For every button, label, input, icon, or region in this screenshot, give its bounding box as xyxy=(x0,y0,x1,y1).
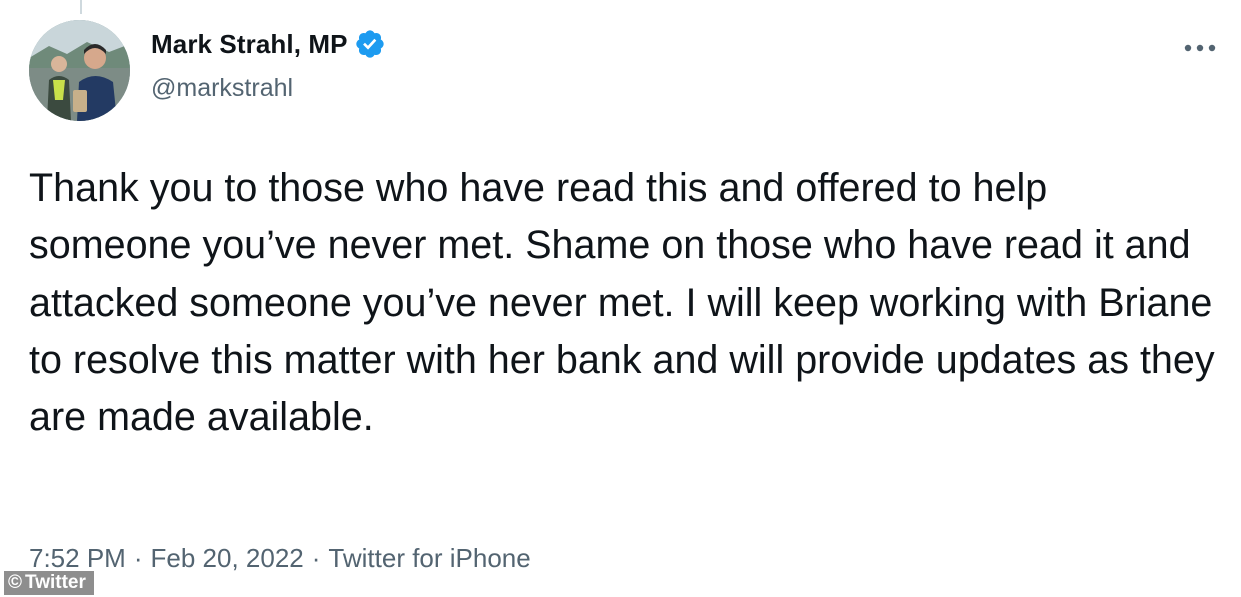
tweet-time-link[interactable]: 7:52 PM xyxy=(29,543,126,574)
author-name-row: Mark Strahl, MP xyxy=(151,28,386,60)
tweet-source-link[interactable]: Twitter for iPhone xyxy=(328,543,530,574)
source-watermark: © Twitter xyxy=(4,571,94,595)
thread-connector-line xyxy=(80,0,82,14)
tweet-text: Thank you to those who have read this an… xyxy=(29,166,1215,440)
more-horizontal-icon xyxy=(1184,44,1216,52)
author-handle[interactable]: @markstrahl xyxy=(151,74,293,103)
verified-badge-icon xyxy=(355,30,384,58)
avatar[interactable] xyxy=(29,20,130,121)
tweet-card: Mark Strahl, MP @markstrahl Thank you to… xyxy=(0,0,1241,597)
tweet-metadata: 7:52 PM · Feb 20, 2022 · Twitter for iPh… xyxy=(29,543,531,574)
copyright-symbol: © xyxy=(8,572,22,593)
meta-separator: · xyxy=(133,543,143,573)
avatar-photo-icon xyxy=(29,20,130,121)
meta-separator: · xyxy=(311,543,321,573)
watermark-text: Twitter xyxy=(25,572,86,593)
tweet-date-link[interactable]: Feb 20, 2022 xyxy=(151,543,304,574)
more-options-button[interactable] xyxy=(1180,28,1220,68)
author-display-name[interactable]: Mark Strahl, MP xyxy=(151,29,348,60)
